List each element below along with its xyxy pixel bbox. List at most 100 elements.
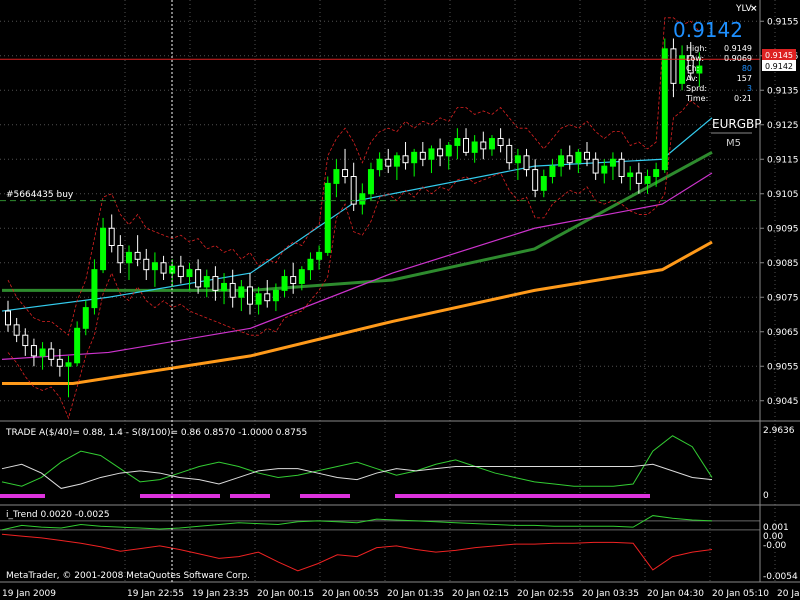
candle-body <box>670 48 677 84</box>
trend-axis-mid2: -0.00 <box>763 541 787 551</box>
candle-body <box>290 276 297 284</box>
time-tick-label: 20 Jan 05:50 <box>777 589 800 599</box>
candle-body <box>203 276 210 288</box>
trade-signal-bar <box>230 494 270 498</box>
pair-label: EURGBP <box>712 117 761 131</box>
time-tick-label: 19 Jan 22:55 <box>127 589 184 599</box>
candle-body <box>437 148 444 157</box>
info-label: Time: <box>685 94 708 103</box>
candle-body <box>376 158 383 171</box>
candle-body <box>108 227 115 246</box>
info-label: Low: <box>686 54 704 63</box>
trade-signal-bar <box>395 494 650 498</box>
price-tick-label: 0.9135 <box>767 86 799 96</box>
candle-body <box>627 172 634 178</box>
price-tick-label: 0.9155 <box>767 17 799 27</box>
trend-axis-bottom: -0.0054 <box>763 572 798 582</box>
ask-price-text: 0.9145 <box>765 51 793 60</box>
info-value: 0.9069 <box>724 54 752 63</box>
candle-body <box>30 345 37 357</box>
candle-body <box>298 269 305 284</box>
candle-body <box>558 155 565 167</box>
info-label: Av: <box>686 74 698 83</box>
candle-body <box>307 258 314 271</box>
candle-body <box>350 176 357 205</box>
candle-body <box>549 165 556 177</box>
candle-body <box>584 151 591 160</box>
candle-body <box>419 151 426 160</box>
candle-body <box>143 258 150 271</box>
candle-body <box>65 362 72 367</box>
candle-body <box>359 193 366 205</box>
candle-body <box>229 282 236 298</box>
price-tick-label: 0.9105 <box>767 190 799 200</box>
time-tick-label: 19 Jan 23:35 <box>192 589 249 599</box>
candle-body <box>56 358 63 367</box>
candle-body <box>22 334 29 347</box>
trade-label: TRADE A($/40)= 0.88, 1.4 - S(8/100)= 0.8… <box>5 428 307 438</box>
candle-body <box>523 155 530 171</box>
close-icon[interactable]: × <box>750 4 758 14</box>
price-tick-label: 0.9125 <box>767 121 799 131</box>
trade-axis-top: 2.9636 <box>763 426 795 436</box>
candle-body <box>506 144 513 164</box>
candle-body <box>281 276 288 291</box>
info-label: Ch: <box>686 64 699 73</box>
candle-body <box>333 169 340 184</box>
candle-body <box>74 327 81 364</box>
info-value: 0:21 <box>734 94 752 103</box>
time-tick-label: 20 Jan 00:55 <box>322 589 379 599</box>
candle-body <box>272 289 279 302</box>
price-tick-label: 0.9075 <box>767 293 799 303</box>
order-label: #5664435 buy <box>6 190 74 200</box>
candle-body <box>238 286 245 298</box>
trade-signal-bar <box>300 494 350 498</box>
candle-body <box>100 227 107 271</box>
forex-chart[interactable]: 0.9155 0.9145 0.9135 0.9125 0.9115 0.9105 0.90… <box>0 0 800 600</box>
time-tick-label: 20 Jan 00:15 <box>257 589 314 599</box>
info-label: Sprd: <box>686 84 707 93</box>
candle-body <box>592 158 599 174</box>
candle-body <box>186 269 193 278</box>
candle-body <box>618 158 625 177</box>
time-tick-label: 20 Jan 05:10 <box>712 589 769 599</box>
time-tick-label: 20 Jan 02:55 <box>517 589 574 599</box>
candle-body <box>454 138 461 146</box>
candle-body <box>5 310 11 326</box>
candle-body <box>324 182 331 253</box>
candle-body <box>609 158 616 167</box>
candle-body <box>411 151 418 164</box>
price-axis: 0.9155 0.9145 0.9135 0.9125 0.9115 0.9105 0.90… <box>760 17 799 407</box>
trade-axis-bottom: 0 <box>763 491 769 501</box>
candle-body <box>177 265 184 278</box>
candle-body <box>540 176 547 191</box>
candle-body <box>195 269 202 288</box>
info-value: 157 <box>737 74 752 83</box>
info-value: 0.9149 <box>724 44 752 53</box>
info-value: 80 <box>742 64 752 73</box>
price-tick-label: 0.9095 <box>767 224 799 234</box>
trend-label: i_Trend 0.0020 -0.0025 <box>6 510 110 520</box>
copyright: MetaTrader, © 2001-2008 MetaQuotes Softw… <box>6 571 250 581</box>
candle-body <box>471 141 478 153</box>
candle-body <box>532 169 539 191</box>
candle-body <box>316 251 323 260</box>
candle-body <box>39 348 46 357</box>
candle-body <box>679 55 686 84</box>
candle-body <box>385 158 392 167</box>
candle-body <box>13 324 20 336</box>
candle-body <box>488 138 495 150</box>
candle-body <box>566 155 573 164</box>
price-tick-label: 0.9065 <box>767 328 799 338</box>
bid-price-text: 0.9142 <box>765 62 793 71</box>
candle-body <box>160 262 167 274</box>
time-tick-label: 20 Jan 03:35 <box>582 589 639 599</box>
candle-body <box>497 138 504 146</box>
candle-body <box>635 172 642 184</box>
time-tick-label: 20 Jan 04:30 <box>647 589 704 599</box>
price-tick-label: 0.9055 <box>767 362 799 372</box>
price-tick-label: 0.9085 <box>767 259 799 269</box>
candle-body <box>221 282 228 291</box>
time-axis: 19 Jan 2009 19 Jan 22:55 19 Jan 23:35 20 Ja… <box>2 589 800 599</box>
candle-body <box>117 245 124 264</box>
